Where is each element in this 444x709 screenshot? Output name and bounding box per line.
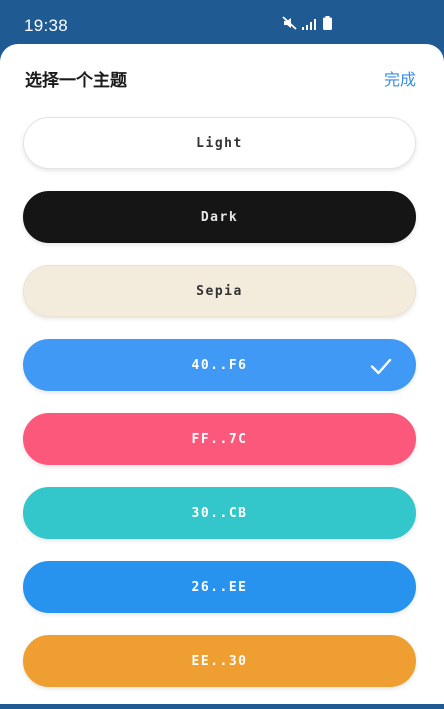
battery-icon	[323, 15, 332, 34]
signal-icon	[302, 15, 318, 34]
theme-option-label: 26..EE	[191, 579, 248, 595]
mute-icon	[282, 15, 297, 34]
theme-option[interactable]: EE..30	[23, 635, 416, 687]
theme-option[interactable]: 30..CB	[23, 487, 416, 539]
theme-option[interactable]: Dark	[23, 191, 416, 243]
check-icon	[370, 358, 392, 375]
theme-option-label: FF..7C	[191, 431, 248, 447]
theme-option[interactable]: FF..7C	[23, 413, 416, 465]
status-bar: 19:38	[0, 0, 444, 48]
done-button[interactable]: 完成	[384, 66, 416, 90]
page-title: 选择一个主题	[25, 71, 127, 91]
theme-option-label: Dark	[200, 209, 239, 225]
theme-option[interactable]: Sepia	[23, 265, 416, 317]
theme-option-label: 30..CB	[191, 505, 248, 521]
theme-option-label: 40..F6	[191, 357, 248, 373]
status-time: 19:38	[24, 16, 69, 35]
theme-list: Light Dark Sepia 40..F6 FF..7C 30..CB 26..EE EE…	[23, 117, 416, 709]
status-icons	[282, 15, 332, 34]
theme-option[interactable]: 26..EE	[23, 561, 416, 613]
theme-option[interactable]: 40..F6	[23, 339, 416, 391]
theme-option-label: Sepia	[196, 283, 243, 299]
theme-option[interactable]: Light	[23, 117, 416, 169]
theme-option-label: EE..30	[191, 653, 248, 669]
theme-picker-sheet: 选择一个主题 完成 Light Dark Sepia 40..F6 FF..7C 30..…	[0, 44, 444, 704]
theme-option-label: Light	[196, 135, 243, 151]
